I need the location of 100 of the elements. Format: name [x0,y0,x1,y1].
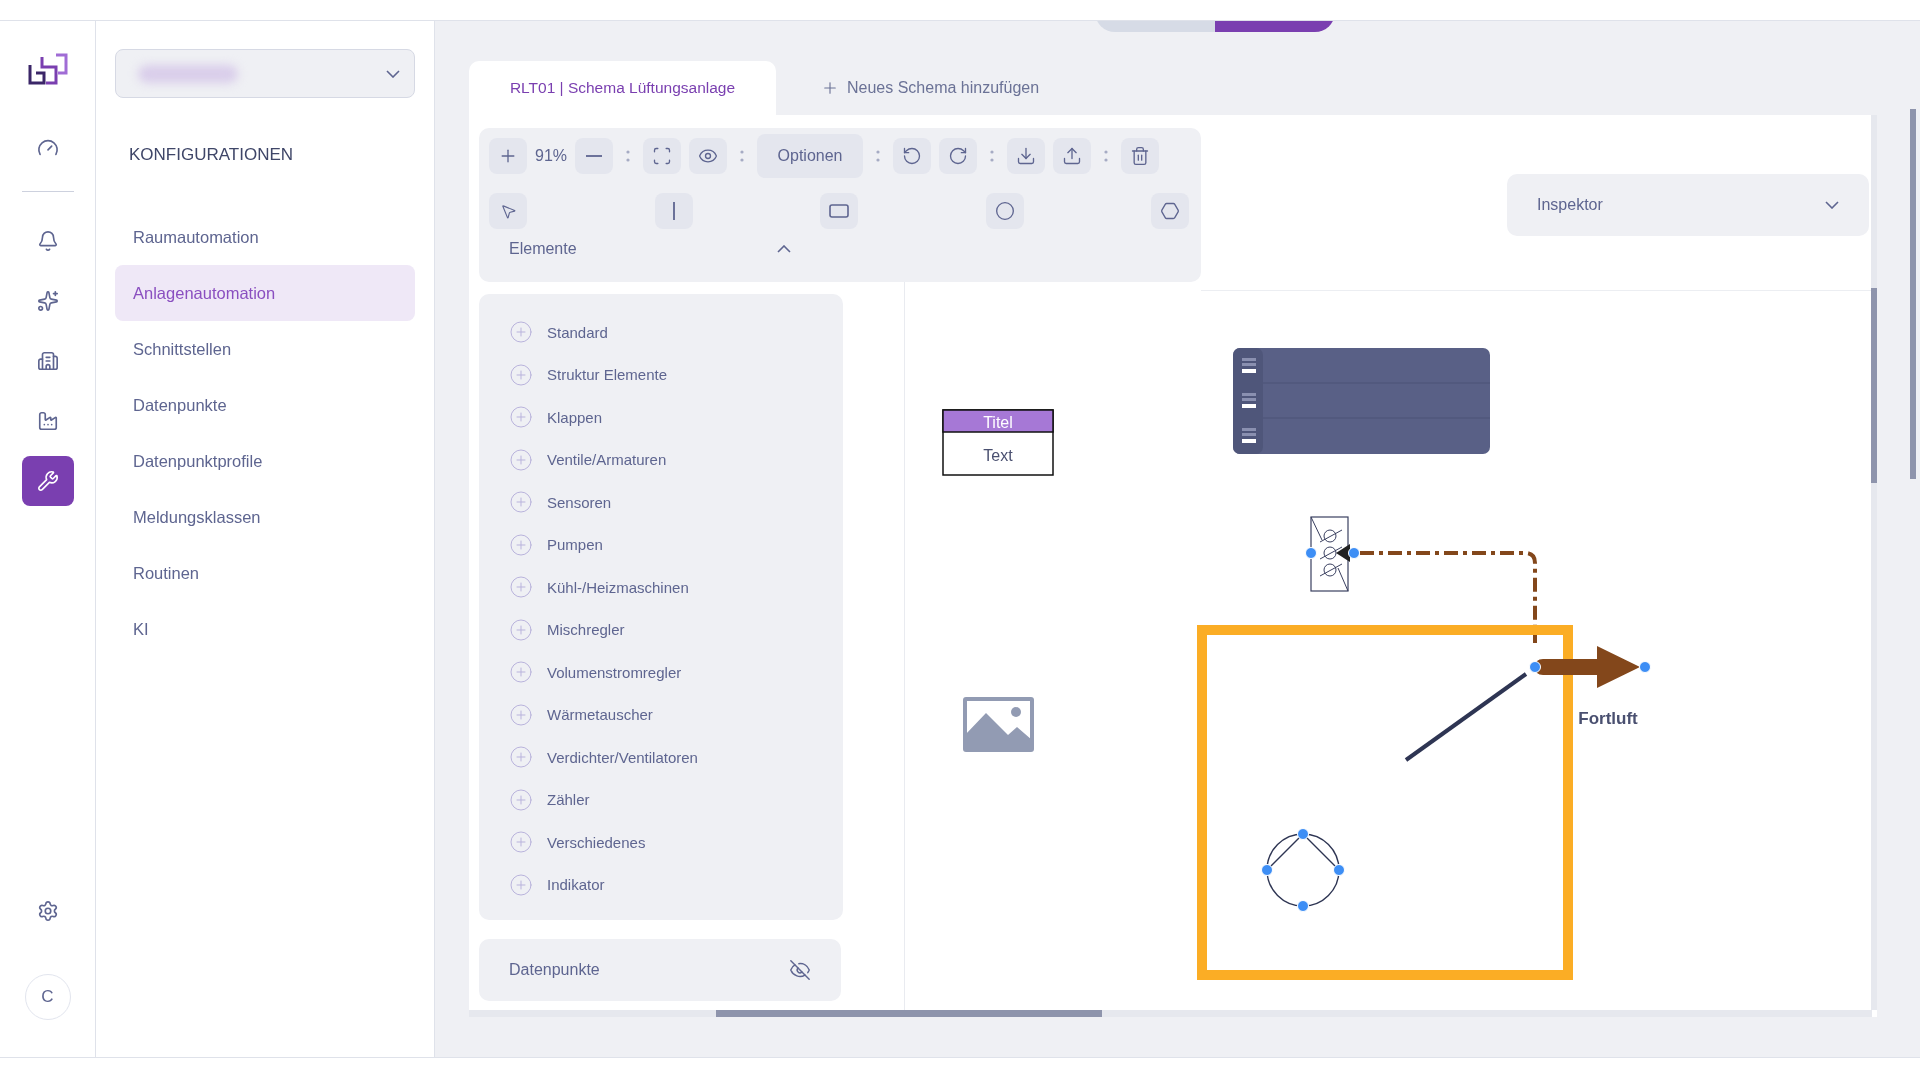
separator-dots-icon [740,150,745,162]
zoom-in-button[interactable] [489,138,527,174]
section-heading: KONFIGURATIONEN [129,145,295,166]
download-icon [1016,146,1037,166]
category-label: Verdichter/Ventilatoren [547,748,698,766]
chevron-up-icon [777,245,791,253]
arrow-drawing[interactable] [1529,646,1651,688]
inspector-title: Inspektor [1537,196,1603,214]
category-label: Zähler [547,791,590,809]
hexagon-tool-button[interactable] [1151,193,1189,229]
table-node[interactable] [942,409,1054,476]
category-label: Indikator [547,876,605,894]
plus-circle-icon [509,490,533,515]
plant-icon [36,410,59,432]
sparkles-icon [36,290,59,312]
preview-button[interactable] [689,138,728,174]
category-item[interactable]: Pumpen [509,523,843,566]
nav-item[interactable]: Schnittstellen [115,321,415,377]
category-label: Ventile/Armaturen [547,451,667,469]
plus-circle-icon [509,872,533,897]
list-node-drawing[interactable] [1233,348,1491,454]
nav-item[interactable]: Meldungsklassen [115,489,415,545]
plus-circle-icon [509,745,533,770]
category-item[interactable]: Verdichter/Ventilatoren [509,736,843,779]
node-text: Text [983,447,1013,464]
separator-dots-icon [626,150,631,162]
category-item[interactable]: Wärmetauscher [509,693,843,736]
category-item[interactable]: Volumenstromregler [509,651,843,694]
rectangle-tool-button[interactable] [820,193,858,229]
category-item[interactable]: Kühl-/Heizmaschinen [509,566,843,609]
line-tool-button[interactable] [654,193,693,229]
category-label: Klappen [547,408,603,426]
plus-circle-icon [509,830,533,855]
plus-circle-icon [509,575,533,600]
bell-icon [36,230,59,252]
chevron-down-icon [1825,201,1839,209]
nav-item[interactable]: Anlagenautomation [115,265,415,321]
image-icon[interactable] [963,697,1034,752]
plus-circle-icon [509,405,533,430]
schema-tab[interactable]: RLT01 | Schema Lüftungsanlage [469,61,776,115]
nav-item[interactable]: Routinen [115,545,415,601]
nav-item[interactable]: Datenpunktprofile [115,433,415,489]
arrow-label: Fortluft [1578,709,1638,728]
circle-icon [994,201,1015,221]
plus-circle-icon [509,447,533,472]
add-schema-tab[interactable]: Neues Schema hinzufügen [821,61,1040,115]
elements-header[interactable]: Elemente [489,240,791,258]
nav-item[interactable]: KI [115,601,415,657]
upload-icon [1062,146,1083,166]
nav-item[interactable]: Datenpunkte [115,377,415,433]
damper-drawing[interactable] [1305,516,1350,592]
elements-title: Elemente [509,240,577,258]
circle-tool-button[interactable] [985,193,1024,229]
separator-dots-icon [1104,150,1109,162]
nav-item[interactable]: Raumautomation [115,209,415,265]
zoom-level: 91% [535,147,568,165]
category-item[interactable]: Indikator [509,863,843,906]
upload-button[interactable] [1053,138,1092,174]
category-label: Kühl-/Heizmaschinen [547,578,689,596]
node-title: Titel [983,414,1013,431]
category-item[interactable]: Struktur Elemente [509,353,843,396]
category-label: Mischregler [547,621,625,639]
hexagon-icon [1160,201,1180,221]
plus-circle-icon [509,617,533,642]
category-label: Volumenstromregler [547,663,682,681]
redo-icon [948,146,969,166]
category-label: Sensoren [547,493,612,511]
plus-circle-icon [509,532,533,557]
category-label: Struktur Elemente [547,366,668,384]
select-tool-button[interactable] [489,193,527,229]
line-shape[interactable] [1404,672,1528,762]
category-item[interactable]: Sensoren [509,481,843,524]
circle-shape-drawing[interactable] [1261,828,1345,912]
vertical-line-icon [671,202,676,220]
category-item[interactable]: Mischregler [509,608,843,651]
datapoints-panel[interactable]: Datenpunkte [479,939,841,1001]
category-item[interactable]: Klappen [509,396,843,439]
chevron-down-icon [386,69,400,78]
undo-icon [902,146,923,166]
category-label: Wärmetauscher [547,706,653,724]
category-item[interactable]: Verschiedenes [509,821,843,864]
zoom-out-button[interactable] [575,138,614,174]
dashed-connector[interactable] [1348,547,1537,643]
category-label: Verschiedenes [547,833,646,851]
category-item[interactable]: Standard [509,311,843,354]
horizontal-scrollbar[interactable] [469,1010,1872,1017]
eye-off-icon[interactable] [789,959,811,981]
inspector-panel[interactable]: Inspektor [1507,174,1869,236]
download-button[interactable] [1007,138,1046,174]
rail-button[interactable] [21,456,74,506]
trash-icon [1130,146,1151,166]
vertical-scrollbar[interactable] [1871,115,1877,1010]
delete-button[interactable] [1121,138,1160,174]
fit-view-button[interactable] [643,138,682,174]
plus-icon [821,79,839,97]
redo-button[interactable] [939,138,978,174]
options-button[interactable]: Optionen [757,134,864,178]
category-item[interactable]: Ventile/Armaturen [509,438,843,481]
undo-button[interactable] [893,138,932,174]
category-item[interactable]: Zähler [509,778,843,821]
